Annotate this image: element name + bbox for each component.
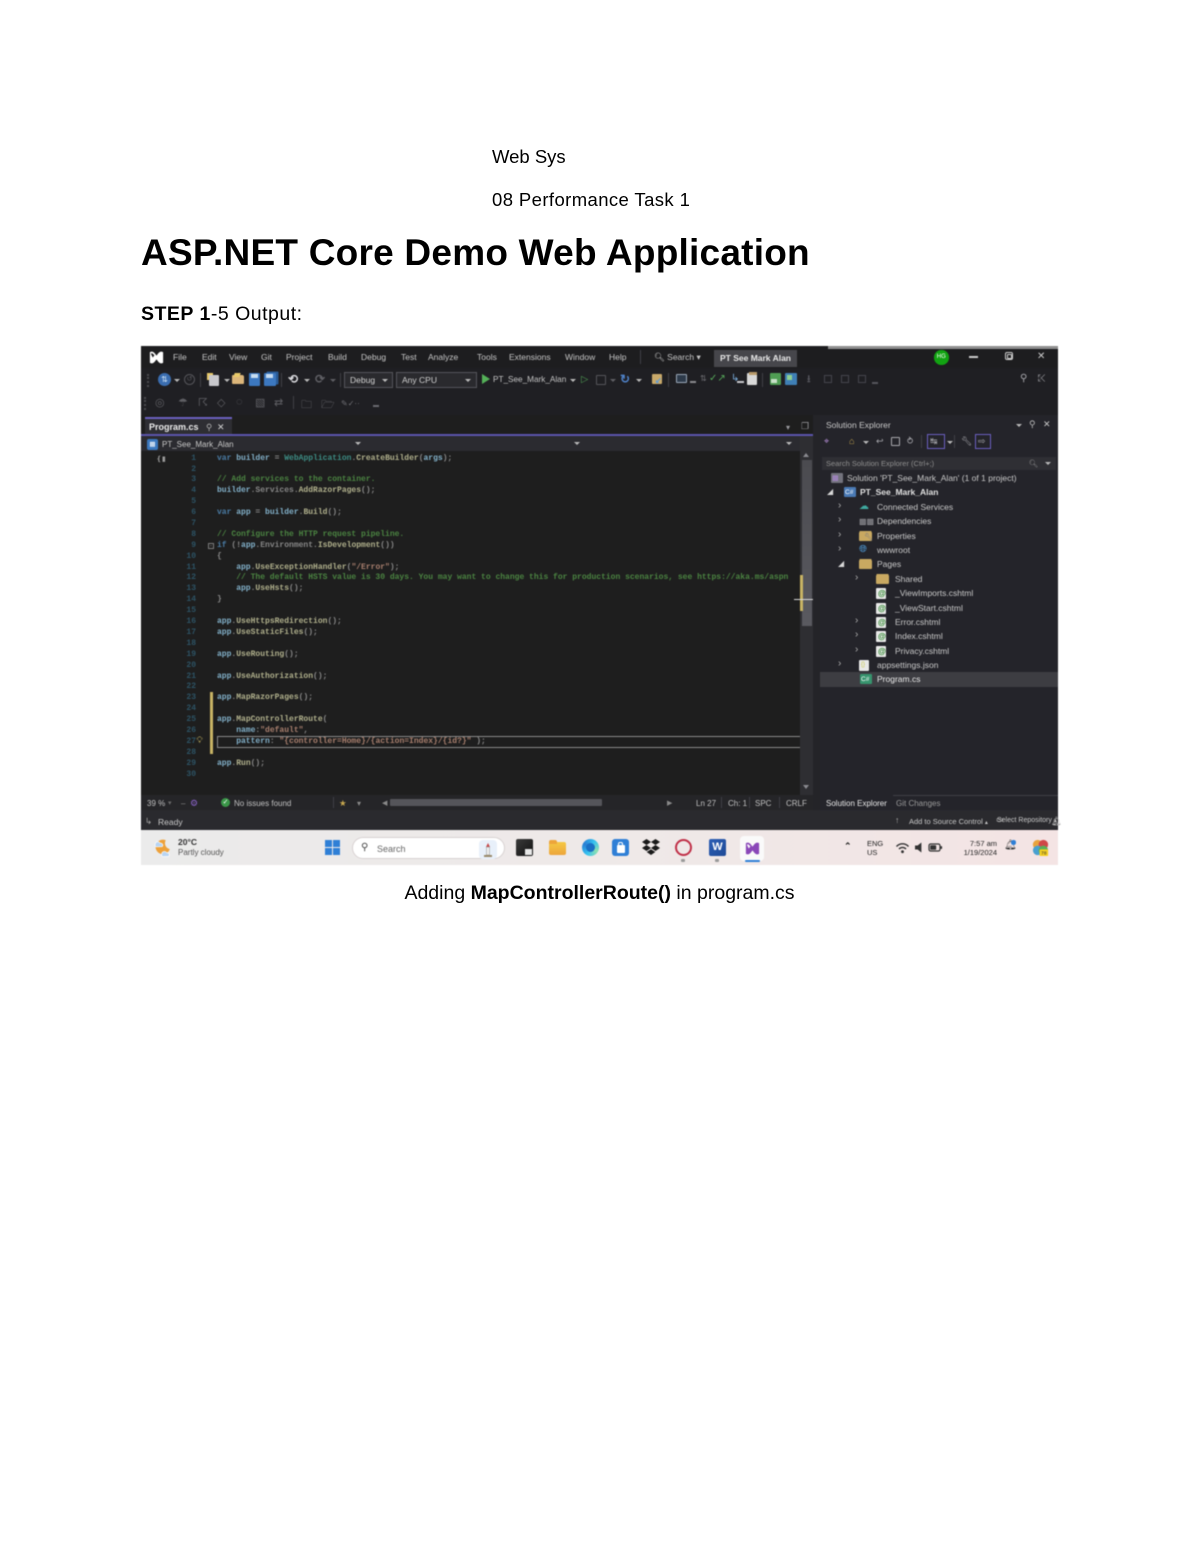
svg-text:78: 78 — [1041, 851, 1047, 857]
